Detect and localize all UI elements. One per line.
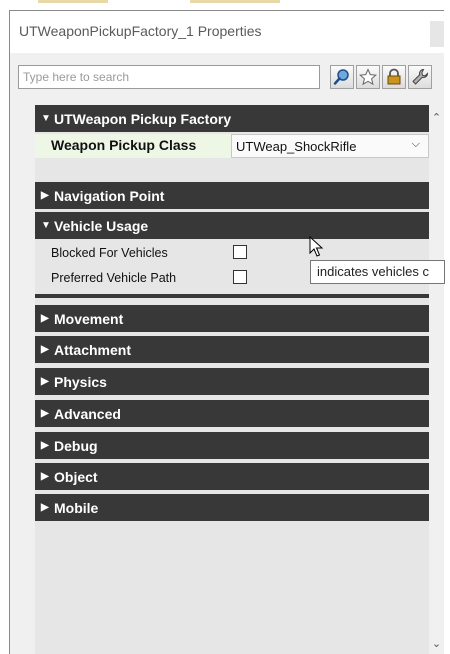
title-bar[interactable]: UTWeaponPickupFactory_1 Properties	[10, 11, 444, 53]
section-physics[interactable]: ▶ Physics	[35, 368, 429, 395]
star-icon	[359, 68, 377, 86]
dropdown-value: UTWeap_ShockRifle	[236, 139, 357, 154]
collapsed-arrow-icon: ▶	[41, 408, 49, 419]
section-navigation-point[interactable]: ▶ Navigation Point	[35, 182, 429, 209]
section-label: Object	[54, 468, 98, 485]
scroll-down-icon[interactable]: ⌄	[429, 637, 444, 650]
background-fragment	[190, 0, 280, 3]
section-label: UTWeapon Pickup Factory	[54, 110, 232, 127]
section-debug[interactable]: ▶ Debug	[35, 432, 429, 459]
properties-window: UTWeaponPickupFactory_1 Properties Type …	[9, 10, 444, 654]
section-attachment[interactable]: ▶ Attachment	[35, 336, 429, 363]
section-mobile[interactable]: ▶ Mobile	[35, 494, 429, 521]
search-icon	[333, 69, 349, 85]
collapsed-arrow-icon: ▶	[41, 471, 49, 482]
section-label: Mobile	[54, 499, 99, 516]
section-utweapon-pickup-factory[interactable]: ▼ UTWeapon Pickup Factory	[35, 105, 429, 132]
search-input[interactable]	[18, 65, 320, 89]
property-label: Preferred Vehicle Path	[51, 271, 177, 285]
section-divider	[35, 294, 429, 298]
search-button[interactable]	[330, 65, 354, 89]
property-panel: ▼ UTWeapon Pickup Factory Weapon Pickup …	[35, 105, 429, 654]
tooltip: indicates vehicles c	[310, 260, 445, 284]
collapsed-arrow-icon: ▶	[41, 502, 49, 513]
section-vehicle-usage[interactable]: ▼ Vehicle Usage	[35, 212, 429, 239]
window-title: UTWeaponPickupFactory_1 Properties	[19, 23, 262, 39]
property-label: Blocked For Vehicles	[51, 246, 168, 260]
vertical-scrollbar[interactable]: ⌃ ⌄	[429, 105, 444, 654]
weapon-pickup-class-dropdown[interactable]: UTWeap_ShockRifle ⌵	[231, 134, 429, 158]
mouse-cursor-icon	[309, 235, 325, 263]
section-object[interactable]: ▶ Object	[35, 463, 429, 490]
section-label: Advanced	[54, 405, 121, 422]
preferred-vehicle-path-checkbox[interactable]	[233, 270, 247, 284]
scroll-up-icon[interactable]: ⌃	[429, 111, 444, 124]
blocked-for-vehicles-checkbox[interactable]	[233, 245, 247, 259]
section-label: Navigation Point	[54, 187, 165, 204]
background-fragment	[38, 0, 108, 3]
property-label: Weapon Pickup Class	[51, 137, 197, 153]
lock-button[interactable]	[382, 65, 406, 89]
collapsed-arrow-icon: ▶	[41, 190, 49, 201]
collapsed-arrow-icon: ▶	[41, 440, 49, 451]
tooltip-text: indicates vehicles c	[317, 264, 429, 279]
section-label: Vehicle Usage	[54, 217, 149, 234]
close-button[interactable]	[430, 21, 444, 47]
section-label: Debug	[54, 437, 98, 454]
section-label: Movement	[54, 310, 124, 327]
collapsed-arrow-icon: ▶	[41, 344, 49, 355]
toolbar	[10, 61, 444, 95]
property-row-weapon-pickup-class: Weapon Pickup Class UTWeap_ShockRifle ⌵	[35, 134, 429, 158]
collapsed-arrow-icon: ▶	[41, 313, 49, 324]
expanded-arrow-icon: ▼	[41, 220, 51, 231]
lock-icon	[387, 68, 401, 85]
section-advanced[interactable]: ▶ Advanced	[35, 400, 429, 427]
top-strip	[0, 0, 450, 8]
favorites-button[interactable]	[356, 65, 380, 89]
section-movement[interactable]: ▶ Movement	[35, 305, 429, 332]
section-label: Physics	[54, 373, 107, 390]
settings-button[interactable]	[408, 65, 432, 89]
chevron-down-icon: ⌵	[411, 138, 420, 150]
collapsed-arrow-icon: ▶	[41, 376, 49, 387]
section-label: Attachment	[54, 341, 132, 358]
expanded-arrow-icon: ▼	[41, 113, 51, 124]
wrench-icon	[412, 68, 429, 85]
